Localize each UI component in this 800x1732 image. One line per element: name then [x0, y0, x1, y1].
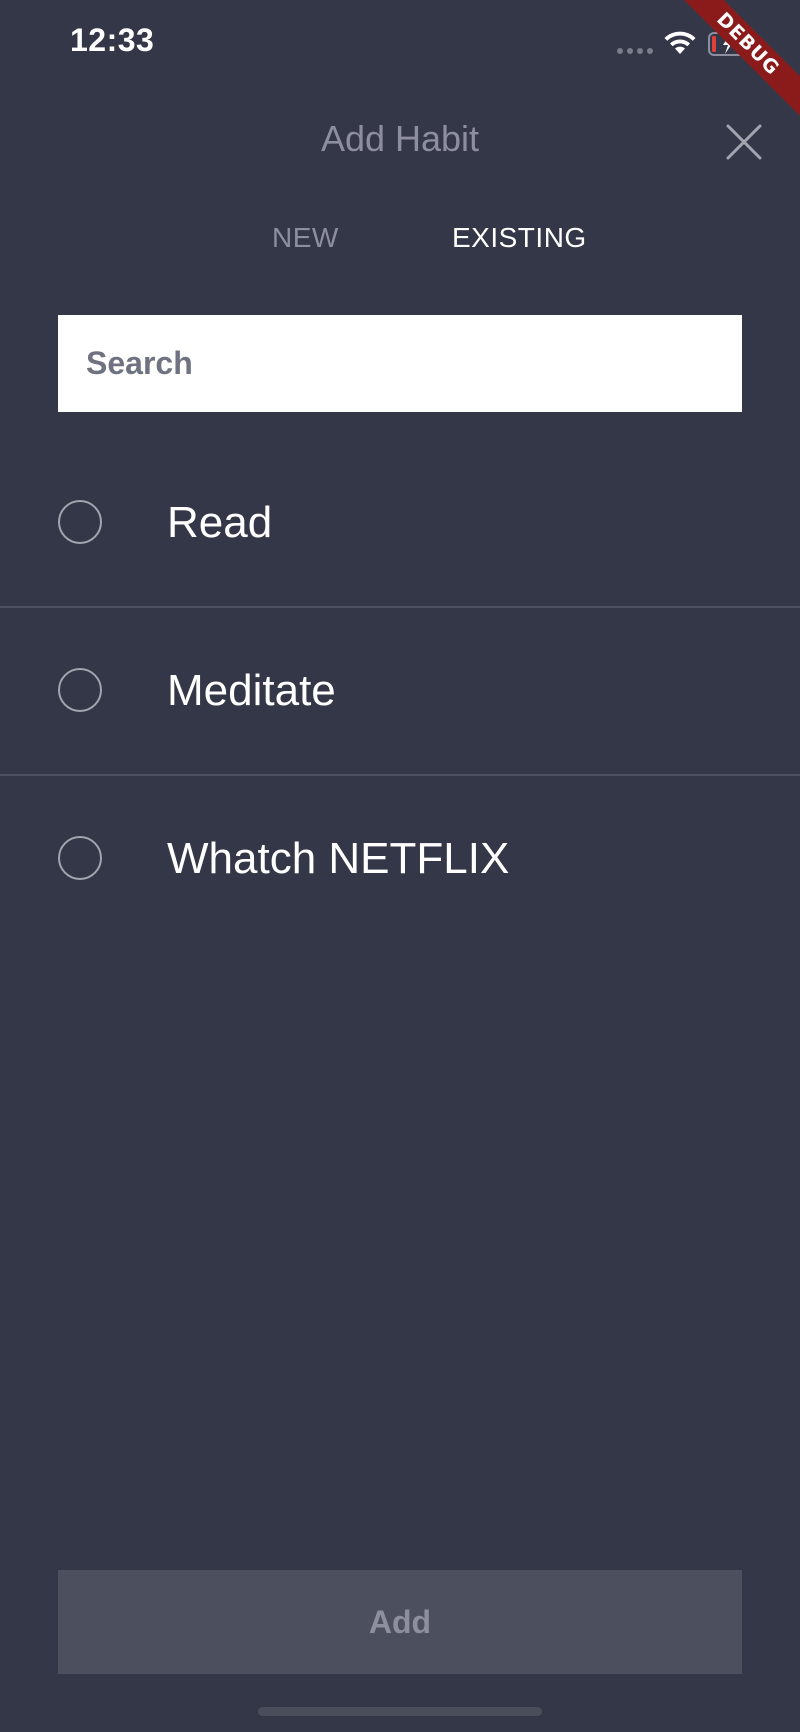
signal-icon — [617, 48, 653, 54]
debug-banner: DEBUG — [670, 0, 800, 130]
search-box — [58, 315, 742, 412]
page-title: Add Habit — [320, 118, 480, 159]
habit-list: Read Meditate Whatch NETFLIX — [0, 440, 800, 944]
habit-label: Read — [167, 498, 273, 547]
status-time: 12:33 — [70, 22, 155, 58]
tab-bar: NEW EXISTING — [0, 222, 800, 262]
habit-label: Meditate — [167, 666, 336, 715]
tab-existing[interactable]: EXISTING — [452, 222, 587, 254]
habit-item-read[interactable]: Read — [0, 440, 800, 608]
radio-button[interactable] — [58, 500, 102, 544]
radio-button[interactable] — [58, 836, 102, 880]
habit-item-whatch-netflix[interactable]: Whatch NETFLIX — [0, 776, 800, 944]
tab-new[interactable]: NEW — [272, 222, 339, 254]
radio-button[interactable] — [58, 668, 102, 712]
wifi-icon — [664, 31, 696, 54]
add-button[interactable]: Add — [58, 1570, 742, 1674]
debug-banner-label: DEBUG — [670, 0, 800, 125]
battery-charging-icon — [708, 32, 752, 56]
search-input[interactable] — [58, 315, 742, 412]
home-indicator — [258, 1707, 542, 1716]
habit-label: Whatch NETFLIX — [167, 834, 510, 883]
status-bar: 12:33 DEBUG — [0, 0, 800, 125]
close-icon[interactable] — [720, 118, 768, 166]
habit-item-meditate[interactable]: Meditate — [0, 608, 800, 776]
